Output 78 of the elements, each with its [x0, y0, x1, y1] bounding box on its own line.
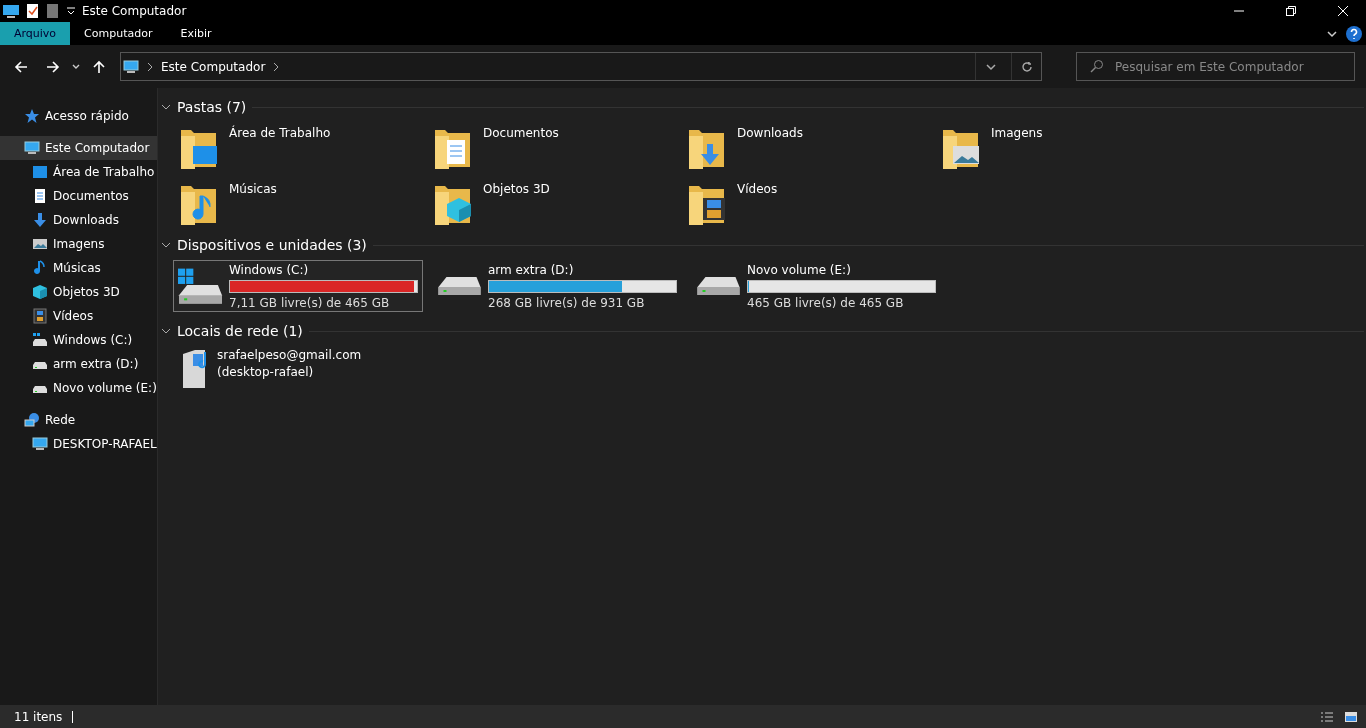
- chevron-down-icon[interactable]: [161, 102, 171, 112]
- sidebar-item[interactable]: Rede: [0, 408, 157, 432]
- section-heading: Locais de rede (1): [177, 323, 303, 339]
- folder-name[interactable]: Objetos 3D: [483, 182, 550, 196]
- section-heading: Pastas (7): [177, 99, 247, 115]
- drive-icon: [178, 268, 223, 304]
- free-space: 268 GB livre(s) de 931 GB: [488, 295, 646, 310]
- computer-icon: [32, 436, 48, 452]
- search-icon: [1090, 59, 1104, 73]
- breadcrumb[interactable]: Este Computador: [161, 59, 266, 74]
- close-icon: [1338, 6, 1348, 16]
- folder-name[interactable]: Documentos: [483, 126, 559, 140]
- ribbon-tab[interactable]: Computador: [70, 22, 167, 45]
- dropdown-icon[interactable]: [66, 6, 76, 16]
- folder-name[interactable]: Músicas: [229, 182, 277, 196]
- star-icon: [24, 108, 40, 124]
- free-space: 465 GB livre(s) de 465 GB: [747, 295, 905, 310]
- sidebar-item[interactable]: Objetos 3D: [0, 280, 157, 304]
- sidebar-item[interactable]: Novo volume (E:): [0, 376, 157, 400]
- sidebar-item[interactable]: Área de Trabalho: [0, 160, 157, 184]
- sidebar-item[interactable]: Downloads: [0, 208, 157, 232]
- folder-name[interactable]: Downloads: [737, 126, 803, 140]
- help-icon[interactable]: [1346, 25, 1362, 42]
- sidebar-item[interactable]: Acesso rápido: [0, 104, 157, 128]
- properties-icon[interactable]: [26, 3, 40, 19]
- download-arrow-icon: [32, 212, 48, 228]
- sidebar-item[interactable]: Documentos: [0, 184, 157, 208]
- drive-tile[interactable]: Novo volume (E:) 465 GB livre(s) de 465 GB: [691, 260, 941, 312]
- chevron-down-icon: [985, 61, 996, 72]
- section-heading: Dispositivos e unidades (3): [177, 237, 367, 253]
- free-space: 7,11 GB livre(s) de 465 GB: [229, 295, 391, 310]
- cube-icon: [32, 284, 48, 300]
- desktop-icon: [32, 164, 48, 180]
- folder-name[interactable]: Imagens: [991, 126, 1043, 140]
- details-view-icon[interactable]: [1320, 710, 1334, 723]
- large-icons-view-icon[interactable]: [1344, 710, 1358, 723]
- window-title: Este Computador: [82, 4, 188, 18]
- ribbon-tab[interactable]: Exibir: [166, 22, 226, 45]
- sidebar-item[interactable]: Imagens: [0, 232, 157, 256]
- network-icon: [24, 412, 40, 428]
- image-icon: [32, 236, 48, 252]
- network-location-host: (desktop-rafael): [217, 365, 315, 379]
- drive-name: Novo volume (E:): [747, 262, 852, 277]
- arrow-left-icon: [14, 59, 28, 74]
- drive-icon: [696, 276, 741, 296]
- film-icon: [32, 308, 48, 324]
- chevron-right-icon[interactable]: [145, 61, 155, 72]
- sidebar-item[interactable]: arm extra (D:): [0, 352, 157, 376]
- ribbon-tab[interactable]: Arquivo: [0, 22, 71, 45]
- folder-name[interactable]: Área de Trabalho: [229, 126, 331, 140]
- address-bar[interactable]: Este Computador: [120, 52, 1042, 81]
- computer-icon[interactable]: [2, 3, 20, 19]
- document-icon: [32, 188, 48, 204]
- drive-icon: [32, 332, 48, 348]
- arrow-up-icon: [92, 59, 106, 74]
- network-location-name[interactable]: srafaelpeso@gmail.com: [217, 348, 1366, 362]
- drive-name: arm extra (D:): [488, 262, 575, 277]
- refresh-icon: [1020, 60, 1033, 73]
- sidebar-item[interactable]: Windows (C:): [0, 328, 157, 352]
- chevron-down-icon[interactable]: [161, 240, 171, 250]
- restore-icon: [1286, 6, 1296, 16]
- drive-icon: [437, 276, 482, 296]
- arrow-right-icon: [46, 59, 60, 74]
- drive-tile[interactable]: arm extra (D:) 268 GB livre(s) de 931 GB: [432, 260, 682, 312]
- sidebar-item[interactable]: Vídeos: [0, 304, 157, 328]
- chevron-down-icon[interactable]: [161, 326, 171, 336]
- sidebar-item[interactable]: Músicas: [0, 256, 157, 280]
- search-field[interactable]: Pesquisar em Este Computador: [1076, 52, 1355, 81]
- computer-icon: [24, 140, 40, 156]
- computer-icon: [123, 58, 139, 75]
- item-count: 11 itens: [14, 709, 63, 724]
- drive-name: Windows (C:): [229, 262, 310, 277]
- drive-tile[interactable]: Windows (C:) 7,11 GB livre(s) de 465 GB: [173, 260, 423, 312]
- chevron-down-icon[interactable]: [72, 62, 80, 71]
- folder-name[interactable]: Vídeos: [737, 182, 778, 196]
- sidebar-item[interactable]: DESKTOP-RAFAEL: [0, 432, 157, 456]
- music-note-icon: [32, 260, 48, 276]
- sidebar-item[interactable]: Este Computador: [0, 136, 157, 160]
